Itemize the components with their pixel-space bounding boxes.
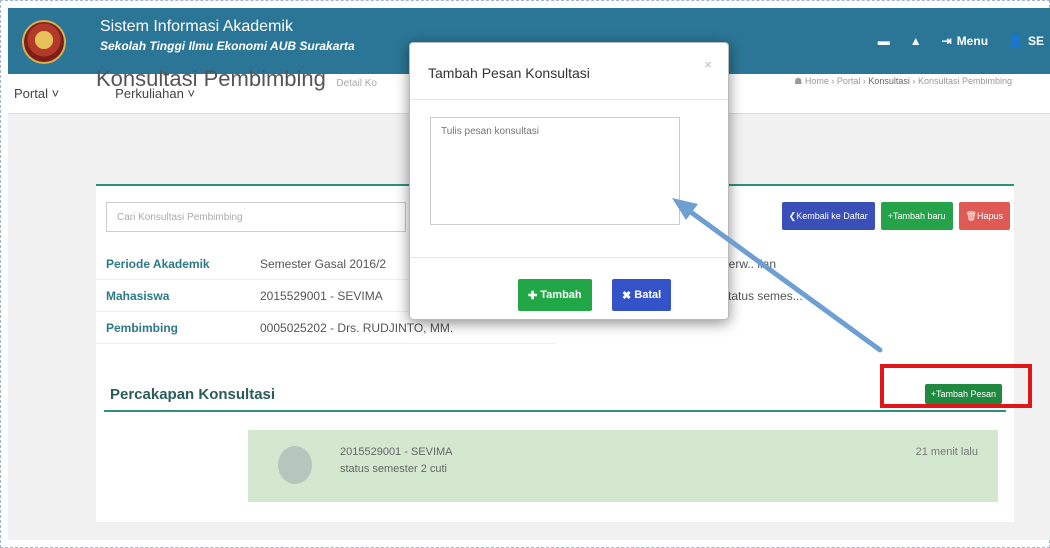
header-actions: ▬ ▲ ⇥ Menu 👤 SE bbox=[878, 8, 1050, 74]
breadcrumb-portal[interactable]: Portal bbox=[837, 76, 861, 86]
add-message-modal: Tambah Pesan Konsultasi × ✚ Tambah ✖ Bat… bbox=[409, 42, 729, 320]
breadcrumb-current: Konsultasi Pembimbing bbox=[917, 76, 1012, 86]
divider bbox=[410, 99, 728, 100]
search-input[interactable]: Cari Konsultasi Pembimbing bbox=[106, 202, 406, 232]
app-subtitle: Sekolah Tinggi Ilmu Ekonomi AUB Surakart… bbox=[100, 39, 355, 53]
trash-icon: 🗑 bbox=[965, 210, 977, 221]
message-item: 2015529001 - SEVIMA status semester 2 cu… bbox=[248, 430, 998, 502]
info-value: 0005025202 - Drs. RUDJINTO, MM. bbox=[260, 320, 454, 335]
message-time: 21 menit lalu bbox=[915, 446, 978, 458]
user-icon: 👤 bbox=[1008, 34, 1023, 48]
institution-logo bbox=[22, 20, 66, 64]
info-right: perw.. lian status semes... bbox=[722, 248, 922, 312]
add-button[interactable]: ✚ Tambah bbox=[518, 279, 592, 311]
add-new-button[interactable]: +Tambah baru bbox=[880, 202, 953, 230]
conversation-header: Percakapan Konsultasi +Tambah Pesan bbox=[104, 378, 1006, 412]
nav-portal[interactable]: Portal ˅ bbox=[8, 86, 67, 101]
close-icon[interactable]: × bbox=[704, 57, 712, 72]
menu-button[interactable]: ⇥ Menu bbox=[942, 34, 988, 48]
info-label: Pembimbing bbox=[106, 320, 179, 335]
page-subtitle: Detail Ko bbox=[336, 78, 377, 89]
mail-icon[interactable]: ▬ bbox=[878, 34, 890, 48]
info-right-value: perw.. lian bbox=[722, 257, 777, 271]
toolbar: ❮Kembali ke Daftar +Tambah baru 🗑 Hapus bbox=[781, 202, 1010, 230]
info-value: 2015529001 - SEVIMA bbox=[260, 288, 383, 303]
modal-title: Tambah Pesan Konsultasi bbox=[428, 65, 590, 81]
conversation-title: Percakapan Konsultasi bbox=[110, 386, 276, 403]
info-label: Periode Akademik bbox=[106, 256, 210, 271]
message-text: status semester 2 cuti bbox=[340, 463, 447, 475]
breadcrumb-konsultasi[interactable]: Konsultasi bbox=[868, 76, 910, 86]
user-button[interactable]: 👤 SE bbox=[1008, 34, 1044, 48]
divider bbox=[410, 257, 728, 258]
info-value: Semester Gasal 2016/2 bbox=[260, 256, 387, 271]
message-textarea[interactable] bbox=[430, 117, 680, 225]
menu-icon: ⇥ bbox=[941, 34, 952, 48]
plus-icon: ✚ bbox=[528, 289, 541, 302]
info-label: Mahasiswa bbox=[106, 288, 170, 303]
avatar bbox=[278, 446, 312, 484]
info-right-value: status semes... bbox=[722, 289, 803, 303]
cancel-button[interactable]: ✖ Batal bbox=[612, 279, 672, 311]
delete-button[interactable]: 🗑 Hapus bbox=[958, 202, 1010, 230]
highlight-box bbox=[880, 364, 1032, 408]
x-icon: ✖ bbox=[622, 289, 635, 302]
alert-icon[interactable]: ▲ bbox=[910, 34, 922, 48]
app-title: Sistem Informasi Akademik bbox=[100, 18, 293, 35]
breadcrumb-home[interactable]: Home bbox=[805, 76, 829, 86]
back-to-list-button[interactable]: ❮Kembali ke Daftar bbox=[781, 202, 875, 230]
message-author: 2015529001 - SEVIMA bbox=[340, 446, 453, 458]
breadcrumb: ☗ Home › Portal › Konsultasi › Konsultas… bbox=[794, 76, 1012, 86]
home-icon: ☗ bbox=[794, 76, 803, 86]
page-title: Konsultasi Pembimbing bbox=[96, 66, 326, 91]
